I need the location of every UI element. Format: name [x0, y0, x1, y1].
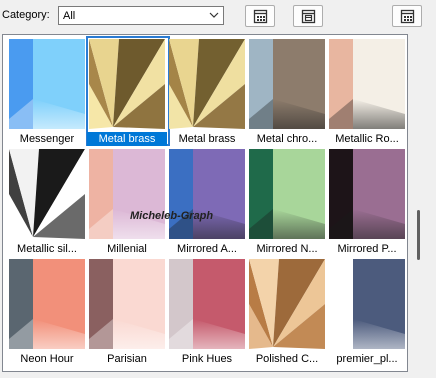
- toolbar-button-grid-2[interactable]: [392, 5, 422, 27]
- grid-icon: [253, 9, 268, 24]
- gradient-swatch: [9, 259, 85, 349]
- gradient-tile-label: Mirrored A...: [177, 243, 237, 255]
- gradient-swatch: [169, 149, 245, 239]
- category-select-value: All: [63, 10, 76, 22]
- chevron-down-icon: [209, 12, 219, 18]
- gradient-tile[interactable]: Mirrored A...: [167, 147, 249, 255]
- gradient-tile-label: Mirrored N...: [256, 243, 318, 255]
- gradient-tile[interactable]: Millenial: [87, 147, 169, 255]
- toolbar-button-grid[interactable]: [245, 5, 275, 27]
- gradient-swatch: [249, 149, 325, 239]
- vertical-scrollbar[interactable]: [410, 34, 434, 372]
- gradient-tile[interactable]: premier_pl...: [327, 257, 407, 365]
- gradient-tile-label: premier_pl...: [336, 353, 398, 365]
- gradient-tile-label: Metal brass: [87, 132, 167, 146]
- gradient-tile-label: Metallic sil...: [17, 243, 77, 255]
- gradient-tile-label: Mirrored P...: [337, 243, 397, 255]
- gradient-tile-label: Messenger: [19, 133, 75, 145]
- gradient-swatch: [329, 149, 405, 239]
- gradient-tile-label: Metallic Ro...: [335, 133, 399, 145]
- gradient-tile[interactable]: Neon Hour: [7, 257, 89, 365]
- gradient-swatch: [89, 39, 165, 129]
- gradient-swatch: [9, 39, 85, 129]
- gradient-tile[interactable]: Mirrored N...: [247, 147, 329, 255]
- category-label: Category:: [2, 9, 50, 21]
- gradient-tile-label: Pink Hues: [181, 353, 233, 365]
- gradient-swatch: [329, 259, 405, 349]
- toolbar-button-import[interactable]: [293, 5, 323, 27]
- gradient-tile-label: Metal brass: [178, 133, 236, 145]
- gradient-swatch: [89, 259, 165, 349]
- gradient-tile[interactable]: Parisian: [87, 257, 169, 365]
- gradient-swatch: [169, 39, 245, 129]
- category-select[interactable]: All: [58, 6, 224, 25]
- gradient-tile-label: Neon Hour: [20, 353, 74, 365]
- grid-icon: [400, 9, 415, 24]
- gradient-tile-label: Polished C...: [255, 353, 319, 365]
- gradient-tile[interactable]: Polished C...: [247, 257, 329, 365]
- gradient-tile[interactable]: Metallic Ro...: [327, 37, 407, 145]
- gradient-tile[interactable]: Metal chro...: [247, 37, 329, 145]
- gradient-swatch: [249, 39, 325, 129]
- gradient-swatch: [89, 149, 165, 239]
- gradient-tile-label: Parisian: [107, 353, 147, 365]
- gradient-tile[interactable]: Pink Hues: [167, 257, 249, 365]
- gradient-tile[interactable]: Messenger: [7, 37, 89, 145]
- gradient-gallery: Messenger Metal brass Metal brass Metal chr…: [2, 34, 408, 372]
- gradient-swatch: [249, 259, 325, 349]
- gradient-tile-label: Metal chro...: [256, 133, 318, 145]
- gradient-tile[interactable]: Mirrored P...: [327, 147, 407, 255]
- gradient-tile[interactable]: Metal brass: [86, 36, 170, 146]
- gradient-swatch: [9, 149, 85, 239]
- gradient-tile-label: Millenial: [107, 243, 147, 255]
- gradient-tile[interactable]: Metallic sil...: [7, 147, 89, 255]
- gradient-swatch: [329, 39, 405, 129]
- gradient-swatch: [169, 259, 245, 349]
- toolbar: Category: All: [0, 0, 436, 34]
- gradient-tile[interactable]: Metal brass: [167, 37, 249, 145]
- scrollbar-thumb[interactable]: [417, 210, 420, 260]
- import-icon: [301, 9, 316, 24]
- watermark-text: Micheleb-Graph: [130, 210, 214, 222]
